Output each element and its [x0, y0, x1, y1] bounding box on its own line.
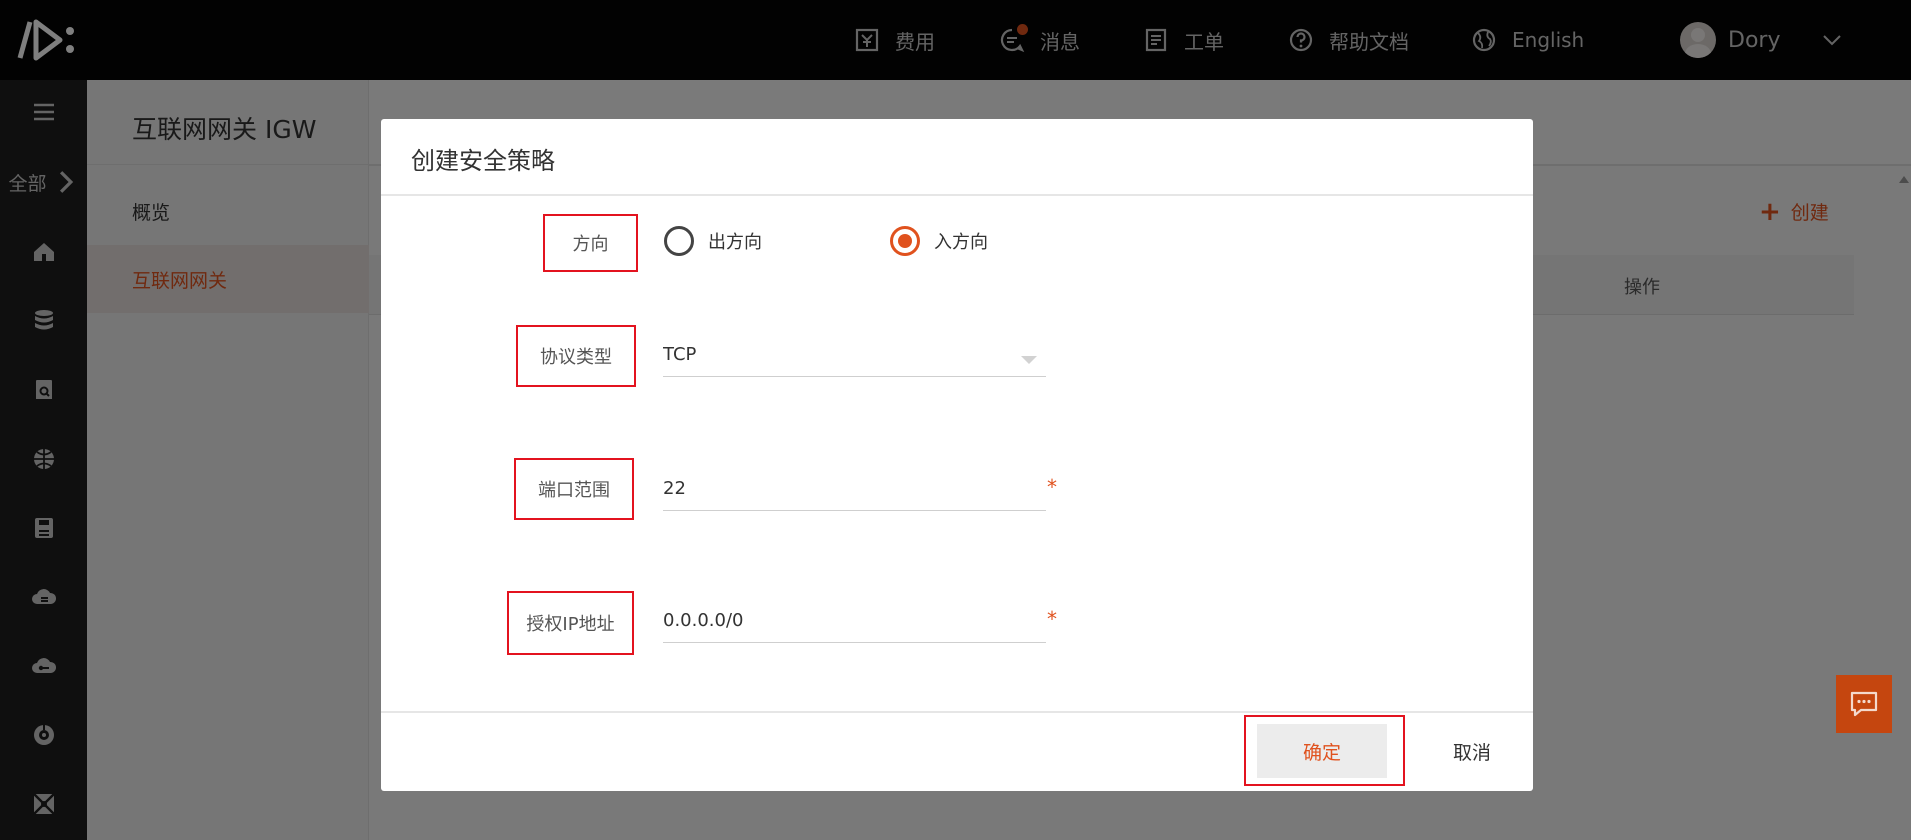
radio-inbound-label: 入方向 [934, 232, 988, 253]
dialog-title: 创建安全策略 [411, 147, 555, 175]
required-mark: * [1047, 607, 1057, 631]
radio-inbound[interactable]: 入方向 [890, 226, 988, 256]
divider [381, 711, 1533, 713]
direction-label: 方向 [543, 214, 638, 272]
radio-outbound-label: 出方向 [708, 232, 762, 253]
confirm-button[interactable]: 确定 [1257, 724, 1387, 778]
radio-outbound[interactable]: 出方向 [664, 226, 762, 256]
radio-circle [890, 226, 920, 256]
dropdown-arrow-icon[interactable] [1021, 356, 1037, 364]
chat-button[interactable] [1836, 675, 1892, 733]
chat-icon [1850, 691, 1878, 717]
port-range-input[interactable] [663, 467, 1046, 511]
create-security-policy-dialog: 创建安全策略 方向 出方向 入方向 协议类型 端口范围 * 授权IP地址 * 确… [381, 119, 1533, 791]
required-mark: * [1047, 475, 1057, 499]
protocol-label: 协议类型 [516, 325, 636, 387]
radio-circle [664, 226, 694, 256]
port-range-label: 端口范围 [514, 458, 634, 520]
cancel-button[interactable]: 取消 [1427, 724, 1517, 778]
auth-ip-input[interactable] [663, 599, 1046, 643]
auth-ip-label: 授权IP地址 [507, 591, 634, 655]
divider [381, 194, 1533, 196]
protocol-select[interactable] [663, 333, 1046, 377]
